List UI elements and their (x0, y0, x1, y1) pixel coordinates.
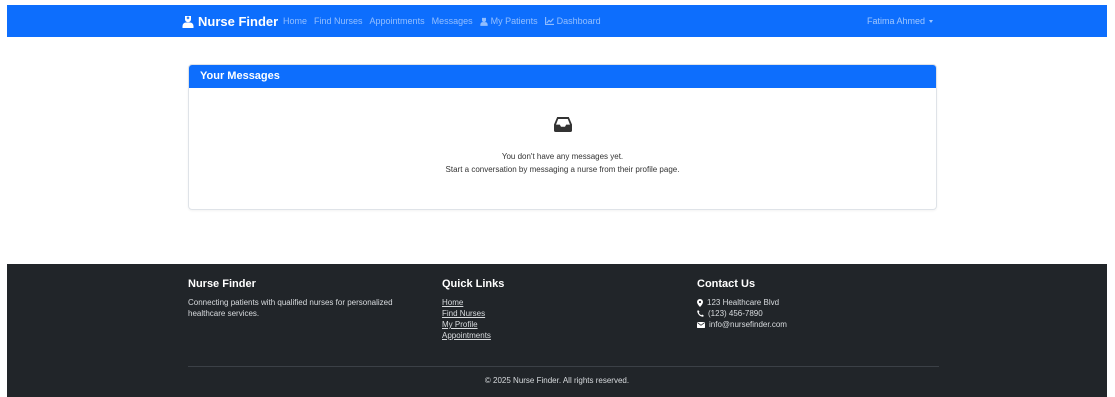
nav-link-find-nurses[interactable]: Find Nurses (314, 16, 363, 26)
contact-phone-text: (123) 456-7890 (708, 309, 763, 318)
empty-state: You don't have any messages yet. Start a… (189, 88, 936, 209)
contact-address: 123 Healthcare Blvd (697, 297, 787, 308)
footer-link-my-profile[interactable]: My Profile (442, 319, 504, 330)
footer-link-home[interactable]: Home (442, 297, 504, 308)
user-name: Fatima Ahmed (866, 16, 925, 26)
footer-link-find-nurses[interactable]: Find Nurses (442, 308, 504, 319)
caret-down-icon (929, 19, 933, 23)
messages-card: Your Messages You don't have any message… (188, 64, 937, 210)
footer-about-heading: Nurse Finder (188, 278, 256, 290)
user-nurse-icon (182, 15, 194, 28)
envelope-icon (697, 321, 705, 328)
contact-address-text: 123 Healthcare Blvd (707, 298, 780, 307)
empty-message: You don't have any messages yet. (501, 152, 624, 161)
nav-link-messages-label: Messages (431, 16, 473, 26)
footer-contact: Contact Us 123 Healthcare Blvd (123) 456… (697, 278, 787, 330)
footer-link-appointments[interactable]: Appointments (442, 330, 504, 341)
inbox-icon (554, 117, 572, 132)
copyright: © 2025 Nurse Finder. All rights reserved… (484, 376, 630, 385)
nav-link-my-patients-label: My Patients (490, 16, 538, 26)
contact-phone: (123) 456-7890 (697, 308, 787, 319)
nav-link-my-patients[interactable]: My Patients (479, 16, 538, 26)
site-footer: Nurse Finder Connecting patients with qu… (7, 264, 1107, 397)
contact-email: info@nursefinder.com (697, 319, 787, 330)
user-dropdown[interactable]: Fatima Ahmed (867, 15, 933, 27)
nav-link-home[interactable]: Home (283, 16, 307, 26)
card-title: Your Messages (189, 65, 936, 88)
nav-links: Home Find Nurses Appointments Messages M… (283, 15, 601, 27)
contact-email-text: info@nursefinder.com (709, 320, 787, 329)
brand-name: Nurse Finder (198, 13, 279, 29)
brand-link[interactable]: Nurse Finder (182, 13, 278, 29)
nav-link-home-label: Home (283, 16, 308, 26)
map-marker-icon (697, 298, 703, 307)
nav-link-find-nurses-label: Find Nurses (314, 16, 363, 26)
chart-line-icon (544, 17, 554, 25)
footer-about: Nurse Finder Connecting patients with qu… (188, 278, 398, 319)
phone-icon (697, 310, 704, 317)
nav-link-dashboard[interactable]: Dashboard (544, 16, 601, 26)
footer-divider (188, 366, 939, 367)
empty-hint: Start a conversation by messaging a nurs… (445, 165, 680, 174)
footer-quick-links: Quick Links Home Find Nurses My Profile … (442, 278, 504, 341)
user-nurse-icon (479, 17, 488, 26)
footer-about-text: Connecting patients with qualified nurse… (188, 298, 393, 318)
footer-quick-links-heading: Quick Links (442, 278, 505, 290)
nav-link-messages[interactable]: Messages (432, 16, 473, 26)
nav-link-appointments-label: Appointments (369, 16, 425, 26)
nav-link-appointments[interactable]: Appointments (370, 16, 425, 26)
top-navbar: Nurse Finder Home Find Nurses Appointmen… (7, 5, 1107, 37)
nav-link-dashboard-label: Dashboard (556, 16, 601, 26)
footer-contact-heading: Contact Us (697, 278, 756, 290)
